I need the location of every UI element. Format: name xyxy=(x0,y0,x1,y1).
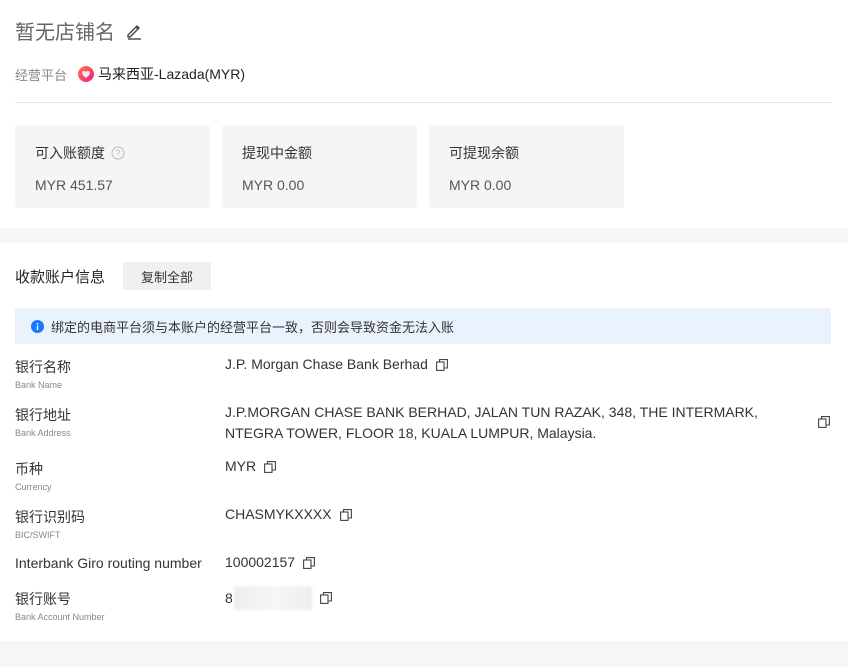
stat-withdrawable: 可提现余额 MYR 0.00 xyxy=(429,125,624,208)
currency-label: 币种 Currency xyxy=(15,461,52,492)
edit-icon[interactable] xyxy=(125,22,143,40)
swift-value: CHASMYKXXXX xyxy=(225,504,352,525)
copy-all-button[interactable]: 复制全部 xyxy=(123,262,211,290)
copy-icon[interactable] xyxy=(303,556,316,569)
bank-address-value: J.P.MORGAN CHASE BANK BERHAD, JALAN TUN … xyxy=(225,404,758,441)
stat-label: 提现中金额 xyxy=(242,145,312,161)
platform-label: 经营平台 xyxy=(15,67,68,83)
copy-icon[interactable] xyxy=(339,508,352,521)
redacted-account-number xyxy=(233,586,312,610)
stat-value: MYR 0.00 xyxy=(449,177,512,193)
section-title: 收款账户信息 xyxy=(15,269,106,286)
platform-value: 马来西亚-Lazada(MYR) xyxy=(98,66,246,82)
copy-icon[interactable] xyxy=(264,460,277,473)
giro-label: Interbank Giro routing number xyxy=(15,555,202,571)
stat-value: MYR 0.00 xyxy=(242,177,305,193)
lazada-logo-icon xyxy=(78,66,95,82)
account-number-sublabel: Bank Account Number xyxy=(15,612,105,622)
bank-name-value: J.P. Morgan Chase Bank Berhad xyxy=(225,354,448,375)
help-icon[interactable]: ? xyxy=(111,146,125,160)
swift-sublabel: BIC/SWIFT xyxy=(15,530,61,540)
divider xyxy=(15,102,831,103)
platform-row: 经营平台 马来西亚-Lazada(MYR) xyxy=(15,64,245,84)
swift-label: 银行识别码 BIC/SWIFT xyxy=(15,509,85,540)
svg-text:?: ? xyxy=(115,148,120,158)
stat-label: 可提现余额 xyxy=(449,145,519,161)
notice-text: 绑定的电商平台须与本账户的经营平台一致，否则会导致资金无法入账 xyxy=(51,319,455,335)
currency-sublabel: Currency xyxy=(15,482,52,492)
store-name-header: 暂无店铺名 xyxy=(15,16,143,45)
stat-withdrawing: 提现中金额 MYR 0.00 xyxy=(222,125,417,208)
info-icon xyxy=(31,319,44,333)
stat-value: MYR 451.57 xyxy=(35,177,113,193)
account-number-label: 银行账号 Bank Account Number xyxy=(15,591,105,622)
bank-name-label: 银行名称 Bank Name xyxy=(15,359,71,390)
notice-banner: 绑定的电商平台须与本账户的经营平台一致，否则会导致资金无法入账 xyxy=(15,308,831,344)
stat-label: 可入账额度 xyxy=(35,145,105,161)
copy-icon[interactable] xyxy=(435,358,448,371)
stat-available-credit: 可入账额度 ? MYR 451.57 xyxy=(15,125,210,208)
giro-value: 100002157 xyxy=(225,552,316,573)
account-number-value: 8 xyxy=(225,586,332,610)
currency-value: MYR xyxy=(225,456,277,477)
bank-name-sublabel: Bank Name xyxy=(15,380,63,390)
bank-address-label: 银行地址 Bank Address xyxy=(15,407,71,438)
store-name: 暂无店铺名 xyxy=(15,22,115,44)
copy-icon[interactable] xyxy=(319,592,332,604)
copy-icon[interactable] xyxy=(818,416,830,428)
bank-address-sublabel: Bank Address xyxy=(15,428,71,438)
